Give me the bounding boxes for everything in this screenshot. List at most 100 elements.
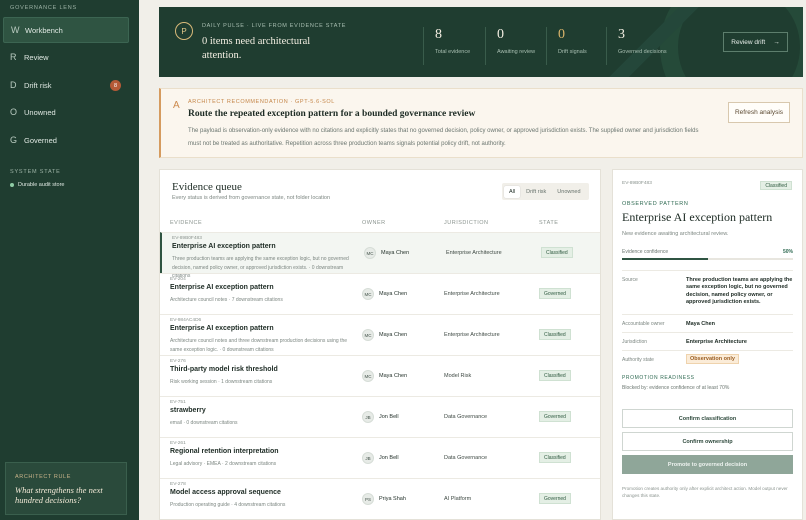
evidence-title: Regional retention interpretation <box>170 448 279 455</box>
table-row[interactable]: EV-278 Model access approval sequence Pr… <box>160 478 600 519</box>
confidence-value: 50% <box>782 249 793 255</box>
avatar: MC <box>362 288 374 300</box>
field-key: Authority state <box>622 357 654 363</box>
table-row[interactable]: EV-261 Regional retention interpretation… <box>160 437 600 478</box>
table-row[interactable]: EV-276 Third-party model risk threshold … <box>160 355 600 396</box>
column-header-state: STATE <box>539 220 559 226</box>
evidence-meta: Architecture council notes and three dow… <box>170 338 348 353</box>
evidence-meta: Production operating guide · 4 downstrea… <box>170 502 286 508</box>
workbench-icon: W <box>11 25 20 35</box>
drift-risk-icon: D <box>10 80 17 90</box>
queue-filter-tabs: All Drift risk Unowned <box>502 183 589 200</box>
confidence-row: Evidence confidence 50% <box>622 249 793 255</box>
architect-rule-card: ARCHITECT RULE What strengthens the next… <box>5 462 127 515</box>
daily-pulse-banner: P DAILY PULSE · LIVE FROM EVIDENCE STATE… <box>159 7 803 77</box>
field-source: Source Three production teams are applyi… <box>622 270 793 314</box>
architect-rule-label: ARCHITECT RULE <box>15 474 71 480</box>
promotion-readiness-label: PROMOTION READINESS <box>622 375 695 381</box>
evidence-meta: Architecture council notes · 7 downstrea… <box>170 297 283 303</box>
promotion-readiness-text: Blocked by: evidence confidence of at le… <box>622 385 730 391</box>
sidebar-item-review[interactable]: R Review <box>3 44 129 70</box>
table-row[interactable]: EV-204 Enterprise AI exception pattern A… <box>160 273 600 314</box>
stat-value: 0 <box>497 27 504 42</box>
filter-tab-drift-risk[interactable]: Drift risk <box>521 186 551 198</box>
evidence-detail-panel: EV-89B0F483 Classified OBSERVED PATTERN … <box>612 169 803 520</box>
pulse-icon: P <box>175 22 193 40</box>
review-drift-button[interactable]: Review drift → <box>723 32 788 52</box>
owner-name: Maya Chen <box>379 332 408 338</box>
promote-decision-button[interactable]: Promote to governed decision <box>622 455 793 474</box>
sidebar-item-unowned[interactable]: O Unowned <box>3 99 129 125</box>
status-badge: Governed <box>539 411 571 422</box>
confidence-label: Evidence confidence <box>622 249 669 255</box>
field-key: Source <box>622 277 638 283</box>
evidence-id: EV-204 <box>170 277 186 282</box>
authority-state-chip: Observation only <box>686 354 739 364</box>
sidebar-item-governed[interactable]: G Governed <box>3 127 129 153</box>
pulse-headline: 0 items need architectural attention. <box>202 36 311 61</box>
owner-name: Maya Chen <box>379 291 408 297</box>
status-badge: Classified <box>541 247 573 258</box>
sidebar-item-label: Review <box>24 52 49 62</box>
architect-recommendation: A ARCHITECT RECOMMENDATION · GPT-5.6-SOL… <box>159 88 803 158</box>
confirm-ownership-button[interactable]: Confirm ownership <box>622 432 793 451</box>
stat-governed-decisions: 3 Governed decisions <box>606 27 667 65</box>
architect-rule-question: What strengthens the next hundred decisi… <box>15 485 103 505</box>
field-value: Maya Chen <box>686 321 716 327</box>
jurisdiction: Data Governance <box>444 414 488 420</box>
sidebar-item-label: Unowned <box>24 107 56 117</box>
field-value: Three production teams are applying the … <box>686 277 793 306</box>
detail-subtitle: New evidence awaiting architectural revi… <box>622 231 729 237</box>
detail-title: Enterprise AI exception pattern <box>622 210 773 224</box>
evidence-title: Enterprise AI exception pattern <box>172 243 276 250</box>
status-badge: Classified <box>760 181 792 190</box>
stat-total-evidence: 8 Total evidence <box>423 27 470 65</box>
detail-eyebrow: OBSERVED PATTERN <box>622 201 689 207</box>
evidence-id: EV-278 <box>170 482 186 487</box>
field-key: Jurisdiction <box>622 339 648 345</box>
recommendation-icon: A <box>173 100 180 111</box>
evidence-title: Enterprise AI exception pattern <box>170 284 274 291</box>
system-state-label: SYSTEM STATE <box>10 169 61 175</box>
sidebar-item-label: Workbench <box>25 25 63 35</box>
avatar: PS <box>362 493 374 505</box>
filter-tab-all[interactable]: All <box>504 185 521 198</box>
sidebar: GOVERNANCE LENS W Workbench R Review D D… <box>0 0 139 520</box>
avatar: MC <box>362 370 374 382</box>
governed-icon: G <box>10 135 18 145</box>
jurisdiction: Enterprise Architecture <box>444 291 500 297</box>
system-state-text: Durable audit store <box>18 182 65 188</box>
stat-label: Drift signals <box>558 49 587 55</box>
queue-title: Evidence queue <box>172 181 242 193</box>
status-badge: Classified <box>539 329 571 340</box>
recommendation-body: The payload is observation-only evidence… <box>188 128 699 147</box>
evidence-title: Third-party model risk threshold <box>170 366 278 373</box>
filter-tab-unowned[interactable]: Unowned <box>552 186 585 198</box>
stat-label: Total evidence <box>435 49 471 55</box>
status-badge: Governed <box>539 288 571 299</box>
stat-awaiting-review: 0 Awaiting review <box>485 27 535 65</box>
arrow-right-icon: → <box>773 38 780 46</box>
review-drift-label: Review drift <box>731 38 766 46</box>
table-row[interactable]: EV-984AC4D6 Enterprise AI exception patt… <box>160 314 600 355</box>
evidence-title: Enterprise AI exception pattern <box>170 325 274 332</box>
unowned-icon: O <box>10 107 18 117</box>
recommendation-eyebrow: ARCHITECT RECOMMENDATION · GPT-5.6-SOL <box>188 99 335 105</box>
sidebar-item-workbench[interactable]: W Workbench <box>3 17 129 43</box>
system-state-item: Durable audit store <box>10 182 64 188</box>
stat-value: 0 <box>558 27 565 42</box>
stat-label: Governed decisions <box>618 49 667 55</box>
field-accountable-owner: Accountable owner Maya Chen <box>622 314 793 332</box>
owner-name: Jon Bell <box>379 455 399 461</box>
jurisdiction: AI Platform <box>444 496 472 502</box>
queue-subtitle: Every status is derived from governance … <box>172 195 331 201</box>
evidence-meta: Risk working session · 1 downstream cita… <box>170 379 273 385</box>
table-row[interactable]: EV-751 strawberry email · 0 downstream c… <box>160 396 600 437</box>
evidence-id: EV-89B0F483 <box>172 236 202 241</box>
confirm-classification-button[interactable]: Confirm classification <box>622 409 793 428</box>
table-row[interactable]: EV-89B0F483 Enterprise AI exception patt… <box>160 232 600 279</box>
sidebar-item-drift-risk[interactable]: D Drift risk 8 <box>3 72 129 98</box>
confidence-bar <box>622 258 793 260</box>
refresh-analysis-button[interactable]: Refresh analysis <box>728 102 790 123</box>
field-key: Accountable owner <box>622 321 665 327</box>
